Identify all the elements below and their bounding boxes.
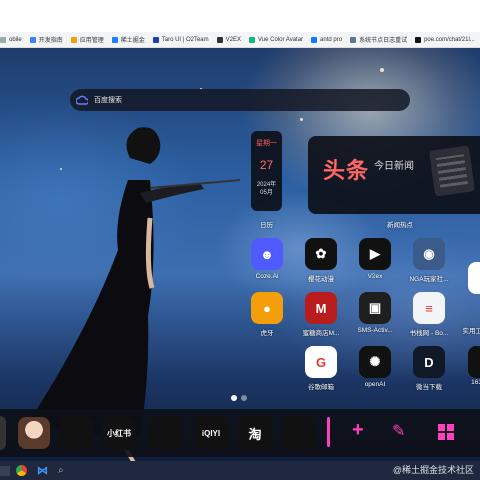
bookmark-icon	[70, 36, 77, 43]
bookmark-icon	[415, 36, 422, 43]
bookmark-label: 应用管理	[79, 38, 104, 44]
calendar-widget[interactable]: 星期一 27 2024年 05月	[251, 131, 282, 211]
app-icon-1[interactable]: ✿	[305, 238, 337, 270]
app-label: Coze.Ai	[255, 273, 279, 280]
bookmark-item[interactable]: Vue Color Avatar	[249, 36, 304, 43]
bookmark-item[interactable]: Taro UI | O2Team	[152, 36, 209, 43]
bookmark-item[interactable]: V2EX	[216, 36, 241, 43]
dock-shark-icon[interactable]	[148, 416, 182, 450]
watermark: @稀土掘金技术社区	[392, 465, 474, 475]
windows-grid-icon[interactable]	[438, 424, 454, 440]
os-taskbar: ⋈ ⌕ @稀土掘金技术社区	[0, 461, 480, 480]
bookmark-label: 系统节点日志重试	[359, 38, 408, 44]
app-label: 蜜糖商店M...	[302, 330, 340, 337]
app-icon-2[interactable]: ▶	[359, 238, 391, 270]
bookmark-label: antd pro	[320, 36, 343, 43]
search-placeholder: 百度搜索	[94, 97, 122, 104]
partial-app-2[interactable]	[468, 346, 480, 378]
app-icon-4[interactable]: ●	[251, 292, 283, 324]
bookmark-item[interactable]: 应用管理	[70, 35, 104, 44]
app-icon-6[interactable]: ▣	[359, 292, 391, 324]
bookmark-label: 稀土掘金	[120, 38, 145, 44]
bookmark-icon	[0, 36, 6, 43]
bookmark-icon	[216, 36, 223, 43]
calendar-year: 2024年	[256, 182, 277, 188]
violinist-figure	[30, 127, 241, 461]
bookmark-item[interactable]: poe.com/chat/21l...	[415, 36, 475, 43]
app-label: 樱花动漫	[308, 276, 334, 283]
news-widget[interactable]: 头条 今日新闻	[308, 136, 480, 214]
app-icon-7[interactable]: ≡	[413, 292, 445, 324]
bookmark-icon	[29, 36, 36, 43]
bookmark-item[interactable]: obile	[0, 36, 22, 43]
bookmark-label: 开发指南	[38, 38, 63, 44]
app-icon-9[interactable]: ✺	[359, 346, 391, 378]
vscode-icon[interactable]: ⋈	[37, 464, 48, 477]
bookmark-label: V2EX	[225, 36, 241, 43]
page-dot[interactable]	[241, 395, 247, 401]
bookmark-icon	[152, 36, 159, 43]
search-bar[interactable]: 百度搜索	[70, 89, 410, 111]
app-icon-3[interactable]: ◉	[413, 238, 445, 270]
taskbar-item[interactable]	[0, 465, 10, 476]
news-subtitle: 今日新闻	[374, 161, 414, 172]
bookmark-label: poe.com/chat/21l...	[424, 36, 475, 43]
bookmark-icon	[311, 36, 318, 43]
bookmarks-bar: obile 开发指南 应用管理 稀土掘金 Taro UI | O2Team V2EX Vue…	[0, 32, 480, 48]
app-label: NGA玩家社...	[409, 276, 449, 283]
app-label: openAI	[364, 381, 386, 388]
app-label: 书栈网 - Bo...	[409, 330, 449, 337]
app-icon-10[interactable]: D	[413, 346, 445, 378]
app-icon-5[interactable]: M	[305, 292, 337, 324]
app-label: 微当下载	[416, 384, 442, 391]
dock-partial-item[interactable]	[0, 416, 6, 450]
bookmark-item[interactable]: antd pro	[311, 36, 343, 43]
dock-tiktok-icon[interactable]	[60, 416, 94, 450]
page-dot-active[interactable]	[231, 395, 237, 401]
app-icon-0[interactable]: ☻	[251, 238, 283, 270]
dock: 小红书 iQIYI 淘 + ✎	[0, 409, 480, 457]
brush-icon[interactable]: ✎	[392, 421, 405, 441]
bookmark-item[interactable]: 稀土掘金	[111, 35, 145, 44]
news-brand: 头条	[323, 158, 370, 183]
partial-app-2-label: 163	[471, 379, 480, 386]
bookmark-item[interactable]: 系统节点日志重试	[350, 35, 407, 44]
bookmark-icon	[111, 36, 118, 43]
partial-app-1-label: 实用工	[462, 328, 480, 335]
browser-tab-strip	[0, 0, 480, 32]
app-icon-8[interactable]: G	[305, 346, 337, 378]
calendar-day: 27	[259, 158, 274, 172]
calendar-month: 05月	[260, 190, 273, 196]
calendar-weekday: 星期一	[256, 140, 277, 147]
baidu-cloud-icon	[76, 95, 88, 105]
calendar-label: 日历	[260, 222, 273, 229]
dock-box-icon[interactable]	[282, 416, 316, 450]
app-label: 谷歌邮箱	[308, 384, 334, 391]
search-taskbar-icon[interactable]: ⌕	[58, 465, 64, 476]
bookmark-icon	[249, 36, 255, 43]
bookmark-label: Vue Color Avatar	[258, 36, 304, 43]
app-label: V2ex	[367, 273, 383, 280]
desktop-wallpaper: 百度搜索 星期一 27 2024年 05月 日历 头条 今日新闻 新闻热点 ☻ Co…	[0, 48, 480, 461]
avatar[interactable]	[18, 417, 50, 449]
page-indicator[interactable]	[231, 395, 247, 401]
bookmark-icon	[350, 36, 357, 43]
dock-xiaohongshu-icon[interactable]: 小红书	[102, 416, 136, 450]
news-label: 新闻热点	[387, 222, 413, 229]
chrome-icon[interactable]	[16, 465, 27, 476]
partial-app-1[interactable]	[468, 262, 480, 294]
bookmark-item[interactable]: 开发指南	[29, 35, 63, 44]
newspaper-icon	[428, 145, 476, 197]
app-label: SMS-Activ...	[357, 327, 393, 334]
add-icon[interactable]: +	[352, 419, 364, 442]
bookmark-label: Taro UI | O2Team	[161, 36, 209, 43]
dock-taobao-icon[interactable]: 淘	[238, 416, 272, 450]
dock-iqiyi-icon[interactable]: iQIYI	[194, 416, 228, 450]
app-label: 虎牙	[260, 330, 274, 337]
dock-divider	[327, 417, 330, 447]
bookmark-label: obile	[9, 36, 22, 43]
